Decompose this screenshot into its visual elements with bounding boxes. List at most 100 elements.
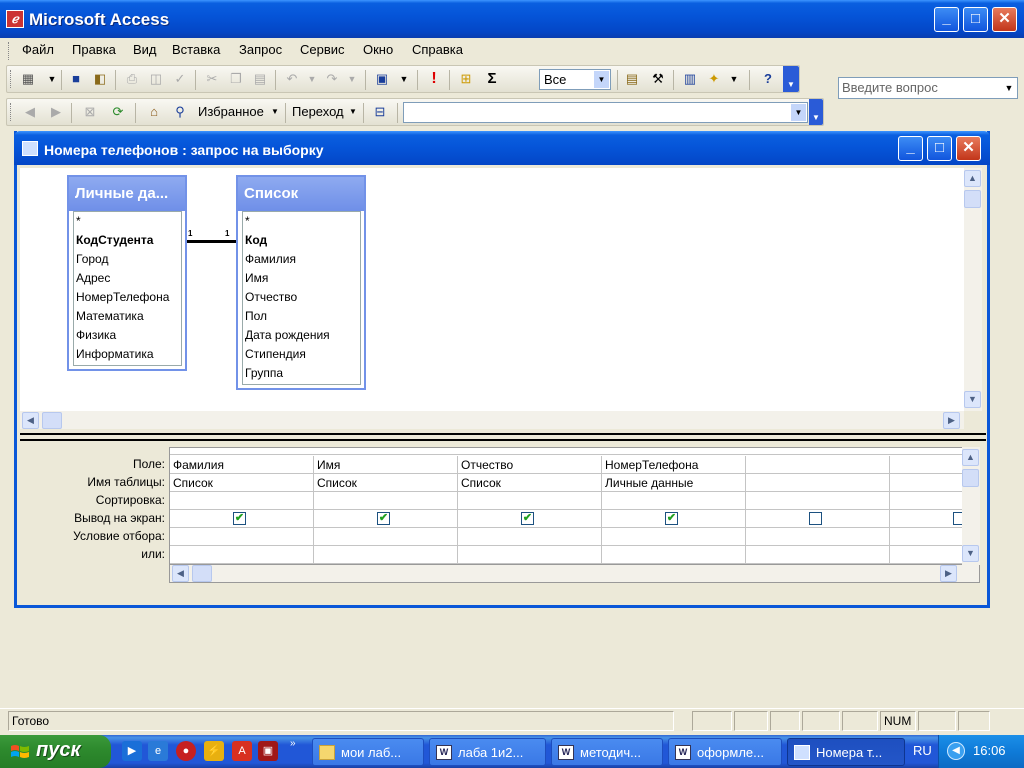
field-item[interactable]: Пол	[243, 307, 360, 326]
file-search-icon[interactable]: ◧	[89, 68, 111, 90]
new-object-icon[interactable]: ✦	[703, 68, 725, 90]
scroll-thumb[interactable]	[962, 469, 979, 487]
menu-edit[interactable]: Правка	[72, 42, 116, 57]
show-table-icon[interactable]: ⊞	[455, 68, 477, 90]
scroll-up-icon[interactable]: ▲	[962, 449, 979, 466]
spelling-icon[interactable]: ✓	[169, 68, 191, 90]
goto-dropdown-icon[interactable]: ▼	[349, 107, 357, 116]
chevron-down-icon[interactable]: ▼	[791, 104, 806, 121]
start-button[interactable]: пуск	[0, 735, 111, 768]
field-item[interactable]: Адрес	[74, 269, 181, 288]
task-button-word-3[interactable]: W оформле...	[668, 738, 782, 766]
field-item[interactable]: Математика	[74, 307, 181, 326]
grid-cell-or[interactable]	[746, 546, 890, 564]
query-maximize-button[interactable]: □	[927, 136, 952, 161]
show-checkbox[interactable]	[809, 512, 822, 525]
acrobat-icon[interactable]: A	[232, 741, 252, 761]
grid-cell-criteria[interactable]	[458, 528, 602, 546]
favorites-dropdown-icon[interactable]: ▼	[271, 107, 279, 116]
paste-icon[interactable]: ▤	[249, 68, 271, 90]
redo-icon[interactable]: ↷	[321, 68, 343, 90]
print-preview-icon[interactable]: ◫	[145, 68, 167, 90]
home-icon[interactable]: ⌂	[143, 101, 165, 123]
cut-icon[interactable]: ✂	[201, 68, 223, 90]
tray-expand-icon[interactable]: ◀	[947, 742, 965, 760]
goto-button[interactable]: Переход	[292, 104, 344, 119]
grid-cell-criteria[interactable]	[602, 528, 746, 546]
grid-cell-table[interactable]	[890, 474, 962, 492]
favorites-button[interactable]: Избранное	[198, 104, 264, 119]
toolbar-grip[interactable]	[10, 70, 13, 88]
grid-cell-or[interactable]	[458, 546, 602, 564]
grid-cell-sort[interactable]	[458, 492, 602, 510]
table-box-personal-data[interactable]: Личные да... * КодСтудента Город Адрес Н…	[67, 175, 187, 371]
grid-cell-table[interactable]	[746, 474, 890, 492]
grid-cell-field[interactable]: Отчество	[458, 456, 602, 474]
search-web-icon[interactable]: ⚲	[169, 101, 191, 123]
query-icon[interactable]	[22, 141, 38, 156]
field-item[interactable]: Группа	[243, 364, 360, 383]
browser-icon[interactable]: e	[148, 741, 168, 761]
menu-query[interactable]: Запрос	[239, 42, 282, 57]
menu-grip[interactable]	[8, 42, 11, 60]
scroll-down-icon[interactable]: ▼	[962, 545, 979, 562]
grid-cell-show[interactable]: ✔	[602, 510, 746, 528]
minimize-button[interactable]: _	[934, 7, 959, 32]
totals-icon[interactable]: Σ	[481, 68, 503, 90]
grid-cell-table[interactable]: Список	[170, 474, 314, 492]
menu-tools[interactable]: Сервис	[300, 42, 345, 57]
run-icon[interactable]: !	[423, 68, 445, 90]
grid-cell-show[interactable]: ✔	[458, 510, 602, 528]
query-type-dropdown-icon[interactable]: ▼	[393, 68, 415, 90]
grid-cell-table[interactable]: Личные данные	[602, 474, 746, 492]
grid-cell-show[interactable]	[746, 510, 890, 528]
field-item[interactable]: НомерТелефона	[74, 288, 181, 307]
table-name[interactable]: Список	[238, 177, 364, 211]
query-type-icon[interactable]: ▣	[371, 68, 393, 90]
redo-dropdown-icon[interactable]: ▼	[341, 68, 363, 90]
chevron-down-icon[interactable]: ▼	[1001, 78, 1017, 98]
media-player-icon[interactable]: ▶	[122, 741, 142, 761]
undo-icon[interactable]: ↶	[281, 68, 303, 90]
field-item[interactable]: Город	[74, 250, 181, 269]
pane-splitter[interactable]	[20, 433, 986, 441]
menu-window[interactable]: Окно	[363, 42, 393, 57]
field-item[interactable]: *	[243, 212, 360, 231]
app-shortcut-icon[interactable]: ●	[176, 741, 196, 761]
table-name[interactable]: Личные да...	[69, 177, 185, 211]
toolbar-options-icon[interactable]: ▼	[783, 66, 799, 92]
grid-cell-or[interactable]	[314, 546, 458, 564]
help-question-input[interactable]: Введите вопрос ▼	[838, 77, 1018, 99]
refresh-icon[interactable]: ⟳	[107, 101, 129, 123]
scroll-left-icon[interactable]: ◀	[22, 412, 39, 429]
grid-cell-field[interactable]: НомерТелефона	[602, 456, 746, 474]
address-combo[interactable]: ▼	[403, 102, 808, 123]
relationship-line[interactable]	[187, 240, 236, 243]
field-item[interactable]: Стипендия	[243, 345, 360, 364]
grid-cell-field[interactable]	[746, 456, 890, 474]
scroll-up-icon[interactable]: ▲	[964, 170, 981, 187]
show-checkbox[interactable]: ✔	[665, 512, 678, 525]
grid-cell-sort[interactable]	[602, 492, 746, 510]
field-item[interactable]: Отчество	[243, 288, 360, 307]
menu-view[interactable]: Вид	[133, 42, 157, 57]
scroll-right-icon[interactable]: ▶	[940, 565, 957, 582]
scroll-thumb[interactable]	[964, 190, 981, 208]
scroll-thumb[interactable]	[192, 565, 212, 582]
properties-icon[interactable]: ▤	[621, 68, 643, 90]
save-icon[interactable]: ■	[65, 68, 87, 90]
grid-cell-sort[interactable]	[314, 492, 458, 510]
table-box-list[interactable]: Список * Код Фамилия Имя Отчество Пол Да…	[236, 175, 366, 390]
lightning-icon[interactable]: ⚡	[204, 741, 224, 761]
grid-cell-field[interactable]	[890, 456, 962, 474]
maximize-button[interactable]: □	[963, 7, 988, 32]
grid-cell-or[interactable]	[602, 546, 746, 564]
query-minimize-button[interactable]: _	[898, 136, 923, 161]
grid-cell-criteria[interactable]	[170, 528, 314, 546]
print-icon[interactable]: ⎙	[121, 68, 143, 90]
grid-cell-sort[interactable]	[890, 492, 962, 510]
grid-cell-field[interactable]: Имя	[314, 456, 458, 474]
task-button-word-1[interactable]: W лаба 1и2...	[429, 738, 546, 766]
view-dropdown-icon[interactable]: ▼	[41, 68, 63, 90]
field-item[interactable]: Имя	[243, 269, 360, 288]
